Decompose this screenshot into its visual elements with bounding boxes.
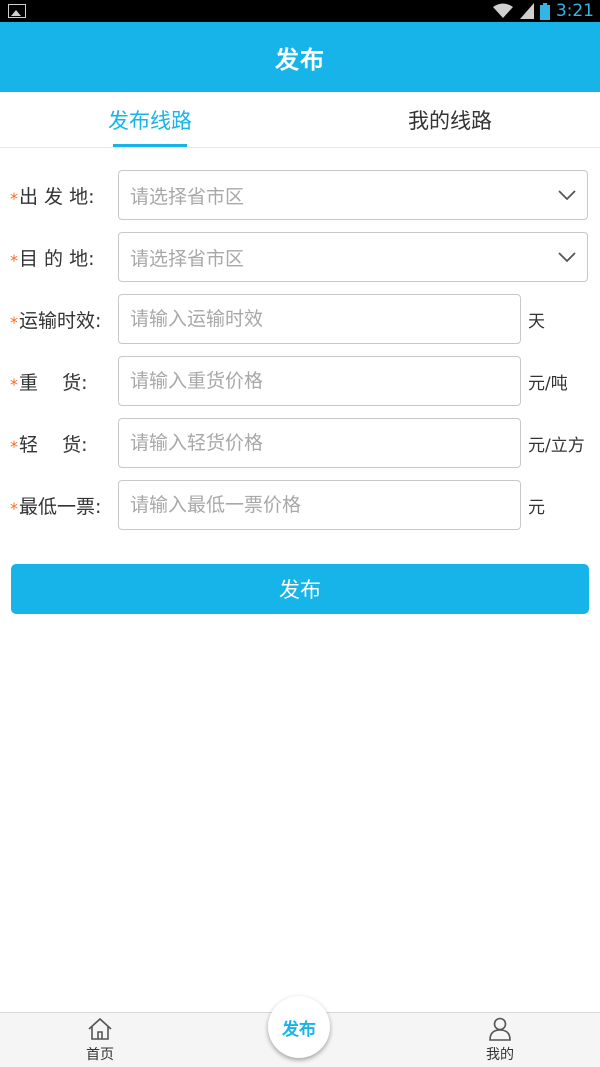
light-cargo-field[interactable] xyxy=(118,418,521,468)
chevron-down-icon xyxy=(558,252,576,263)
heavy-cargo-input[interactable] xyxy=(130,370,520,392)
publish-button[interactable]: 发布 xyxy=(11,564,589,614)
required-mark: * xyxy=(10,374,18,394)
heavy-cargo-label: * 重 货: xyxy=(10,371,88,394)
required-mark: * xyxy=(10,188,18,208)
form-row-light-cargo: * 轻 货: 元/立方 xyxy=(0,418,600,468)
tab-active-indicator xyxy=(113,144,187,147)
wifi-icon xyxy=(492,3,514,19)
page-title: 发布 xyxy=(275,45,325,74)
nav-publish-button[interactable]: 发布 xyxy=(268,996,330,1058)
transit-time-input[interactable] xyxy=(130,308,520,330)
destination-select-placeholder: 请选择省市区 xyxy=(130,247,245,270)
origin-label: * 出 发 地: xyxy=(10,185,95,208)
minimum-charge-label: * 最低一票: xyxy=(10,495,102,518)
user-icon xyxy=(489,1017,511,1041)
required-mark: * xyxy=(10,436,18,456)
light-cargo-input[interactable] xyxy=(130,432,520,454)
status-bar: 3:21 xyxy=(0,0,600,22)
gallery-notification-icon xyxy=(8,4,26,18)
home-icon xyxy=(88,1017,112,1040)
heavy-cargo-unit: 元/吨 xyxy=(528,373,568,394)
destination-select[interactable]: 请选择省市区 xyxy=(118,232,588,282)
chevron-down-icon xyxy=(558,190,576,201)
tab-my-routes[interactable]: 我的线路 xyxy=(300,92,600,147)
transit-time-unit: 天 xyxy=(528,311,545,332)
transit-time-field[interactable] xyxy=(118,294,521,344)
minimum-charge-input[interactable] xyxy=(130,494,520,516)
required-mark: * xyxy=(10,498,18,518)
signal-icon xyxy=(519,3,534,19)
form-row-destination: * 目 的 地: 请选择省市区 xyxy=(0,232,600,282)
tab-bar: 发布线路 我的线路 xyxy=(0,92,600,148)
light-cargo-unit: 元/立方 xyxy=(528,435,585,456)
form-row-heavy-cargo: * 重 货: 元/吨 xyxy=(0,356,600,406)
transit-time-label: * 运输时效: xyxy=(10,309,102,332)
minimum-charge-unit: 元 xyxy=(528,497,545,518)
origin-select[interactable]: 请选择省市区 xyxy=(118,170,588,220)
form-row-origin: * 出 发 地: 请选择省市区 xyxy=(0,170,600,220)
nav-mine-label: 我的 xyxy=(486,1047,514,1063)
nav-mine[interactable]: 我的 xyxy=(440,1013,560,1067)
battery-icon xyxy=(539,2,550,20)
nav-home[interactable]: 首页 xyxy=(40,1013,160,1067)
heavy-cargo-field[interactable] xyxy=(118,356,521,406)
page-title-bar: 发布 xyxy=(0,22,600,92)
status-right: 3:21 xyxy=(492,1,594,21)
status-left xyxy=(8,4,26,18)
destination-label: * 目 的 地: xyxy=(10,247,95,270)
origin-select-placeholder: 请选择省市区 xyxy=(130,185,245,208)
nav-home-label: 首页 xyxy=(86,1047,114,1063)
tab-publish-route-label: 发布线路 xyxy=(108,108,192,133)
form-row-minimum-charge: * 最低一票: 元 xyxy=(0,480,600,530)
publish-button-label: 发布 xyxy=(279,578,321,602)
light-cargo-label: * 轻 货: xyxy=(10,433,88,456)
required-mark: * xyxy=(10,250,18,270)
required-mark: * xyxy=(10,312,18,332)
minimum-charge-field[interactable] xyxy=(118,480,521,530)
form-row-transit-time: * 运输时效: 天 xyxy=(0,294,600,344)
tab-my-routes-label: 我的线路 xyxy=(408,108,492,133)
status-time: 3:21 xyxy=(555,1,594,21)
tab-publish-route[interactable]: 发布线路 xyxy=(0,92,300,147)
nav-publish-label: 发布 xyxy=(282,1019,316,1040)
